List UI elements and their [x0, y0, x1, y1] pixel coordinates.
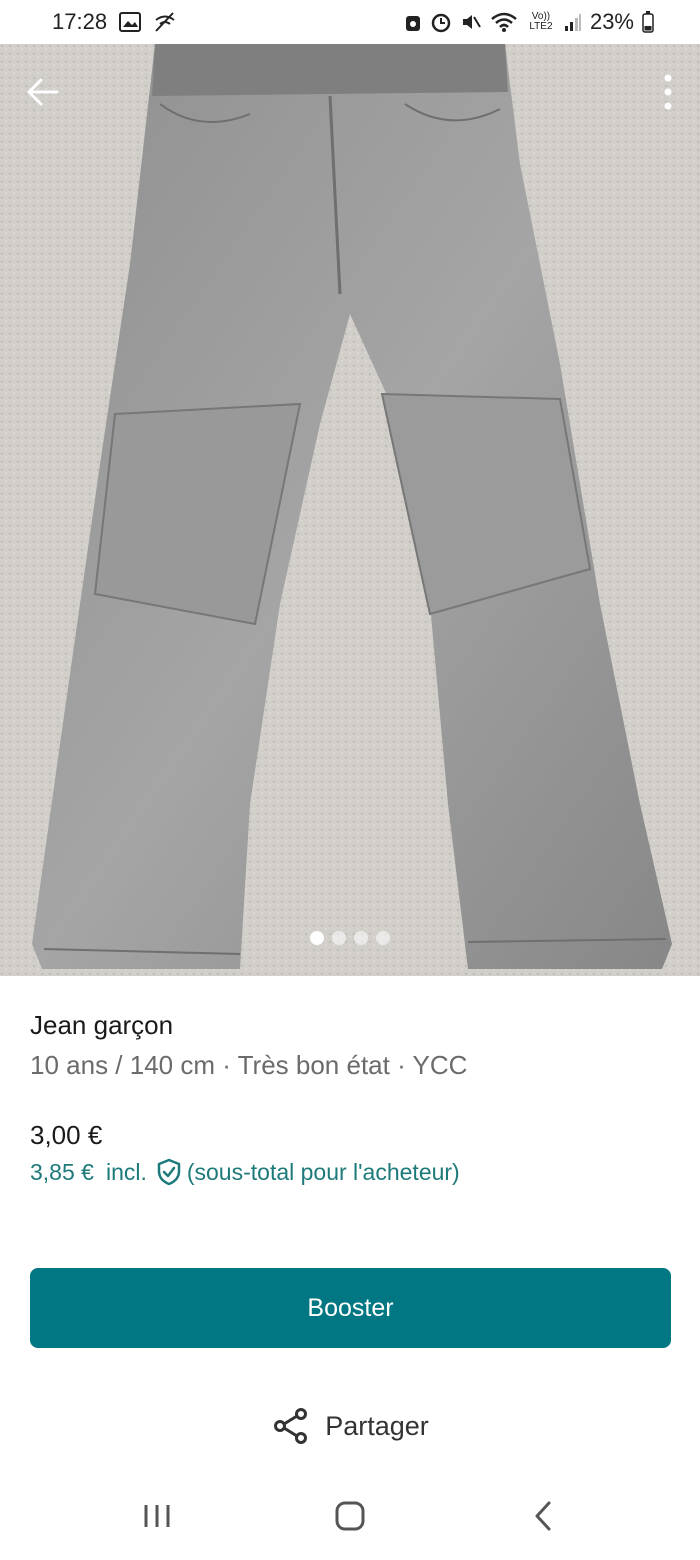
shield-check-icon: [155, 1158, 183, 1186]
status-time: 17:28: [52, 9, 108, 34]
alarm-icon: [404, 11, 422, 33]
pagination-dot[interactable]: [354, 931, 368, 945]
more-vertical-icon: [664, 74, 672, 115]
home-icon: [335, 1501, 365, 1536]
battery-icon: [642, 11, 654, 33]
wifi-icon: [490, 11, 518, 33]
wifi-off-call-icon: [153, 11, 177, 33]
item-title: Jean garçon: [30, 1010, 174, 1040]
network-label: Vo)) LTE2: [529, 11, 553, 32]
photo-pagination: [0, 931, 700, 945]
clock-icon: [430, 11, 452, 33]
share-label: Partager: [325, 1410, 429, 1441]
battery-percent: 23%: [589, 9, 634, 34]
jeans-photo-image: [0, 44, 700, 976]
back-nav-button[interactable]: [513, 1488, 573, 1548]
home-button[interactable]: [320, 1488, 380, 1548]
system-nav-bar: [0, 1488, 700, 1548]
status-bar: 17:28 Vo)) LTE2 23%: [0, 0, 700, 44]
buyer-subtotal-incl: incl.: [105, 1158, 147, 1185]
item-price: 3,00 €: [30, 1120, 103, 1150]
back-button[interactable]: [18, 70, 66, 118]
pagination-dot[interactable]: [376, 931, 390, 945]
share-icon: [271, 1406, 311, 1446]
product-photo[interactable]: [0, 44, 700, 976]
booster-button[interactable]: Booster: [30, 1268, 671, 1348]
buyer-subtotal-note: (sous-total pour l'acheteur): [186, 1158, 460, 1185]
item-subtitle: 10 ans / 140 cm · Très bon état · YCC: [30, 1050, 468, 1080]
pagination-dot[interactable]: [310, 931, 324, 945]
more-options-button[interactable]: [660, 70, 676, 118]
recent-apps-icon: [142, 1503, 172, 1534]
buyer-subtotal-amount: 3,85 €: [30, 1158, 94, 1185]
mute-icon: [460, 11, 482, 33]
pagination-dot[interactable]: [332, 931, 346, 945]
chevron-left-icon: [533, 1501, 553, 1536]
arrow-left-icon: [25, 77, 59, 112]
signal-icon: [564, 12, 582, 32]
gallery-icon: [119, 12, 142, 32]
buyer-subtotal[interactable]: 3,85 € incl. (sous-total pour l'acheteur…: [30, 1158, 460, 1186]
item-details: Jean garçon 10 ans / 140 cm · Très bon é…: [0, 976, 700, 1560]
share-button[interactable]: Partager: [0, 1406, 700, 1446]
recent-apps-button[interactable]: [127, 1488, 187, 1548]
